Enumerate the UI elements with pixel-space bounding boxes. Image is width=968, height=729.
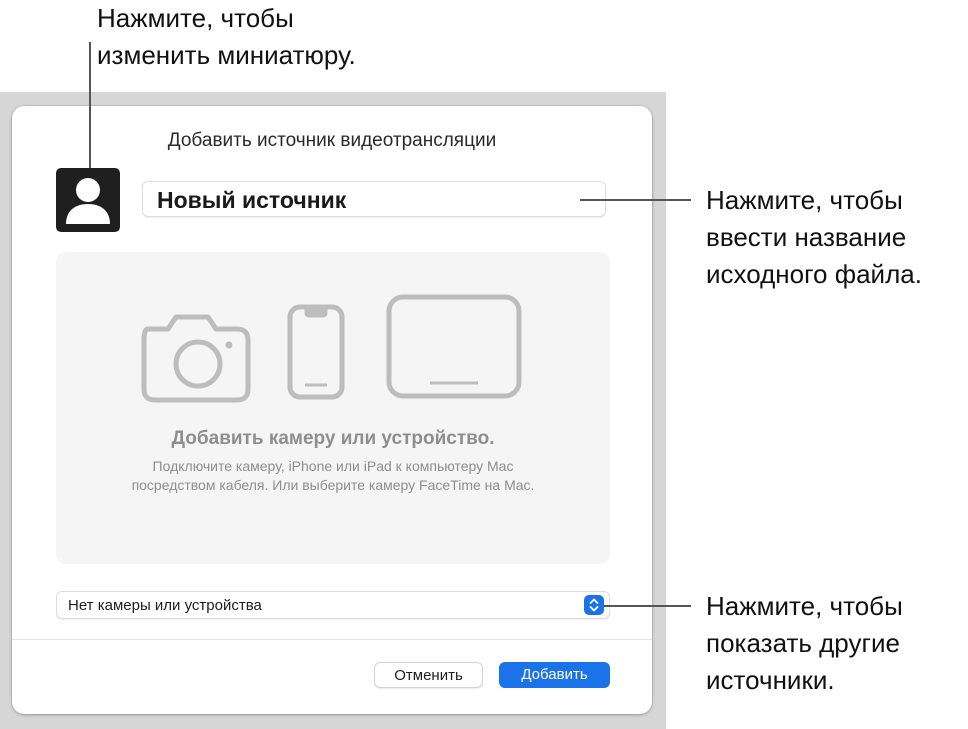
thumbnail-button[interactable] [56,168,120,232]
dialog-title: Добавить источник видеотрансляции [167,130,497,151]
drop-area-description-line1: Подключите камеру, iPhone или iPad к ком… [152,458,514,474]
callout-thumbnail: Нажмите, чтобы изменить миниатюру. [97,0,356,74]
callout-sources: Нажмите, чтобы показать другие источники… [706,588,903,699]
drop-area-heading: Добавить камеру или устройство. [171,428,495,449]
callout-sources-line1: Нажмите, чтобы [706,591,903,621]
callout-name-line1: Нажмите, чтобы [706,185,903,215]
add-button[interactable]: Добавить [499,662,610,688]
drop-area-description-line2: посредством кабеля. Или выберите камеру … [131,477,535,493]
source-name-field[interactable]: Новый источник [142,181,606,217]
callout-sources-line2: показать другие [706,628,900,658]
callout-sources-leader [604,605,691,607]
footer-divider [12,639,652,640]
callout-name-line2: ввести название [706,222,907,252]
callout-name: Нажмите, чтобы ввести название исходного… [706,182,922,293]
drop-area-description: Подключите камеру, iPhone или iPad к ком… [56,457,610,495]
callout-thumbnail-line2: изменить миниатюру. [97,40,356,70]
cancel-button[interactable]: Отменить [374,662,483,688]
callout-sources-line3: источники. [706,665,835,695]
person-icon [66,178,110,224]
source-select[interactable]: Нет камеры или устройства [56,591,610,619]
ipad-icon [386,294,522,399]
callout-thumbnail-line1: Нажмите, чтобы [97,3,294,33]
source-select-value: Нет камеры или устройства [68,597,262,614]
chevron-updown-icon[interactable] [584,595,604,615]
callout-name-line3: исходного файла. [706,259,922,289]
callout-thumbnail-leader [89,42,91,168]
device-drop-area: Добавить камеру или устройство. Подключи… [56,252,610,564]
device-illustrations [141,294,522,403]
add-live-video-source-dialog: Добавить источник видеотрансляции Новый … [12,106,652,714]
camera-icon [141,314,251,403]
iphone-icon [287,304,345,400]
callout-name-leader [580,199,691,201]
